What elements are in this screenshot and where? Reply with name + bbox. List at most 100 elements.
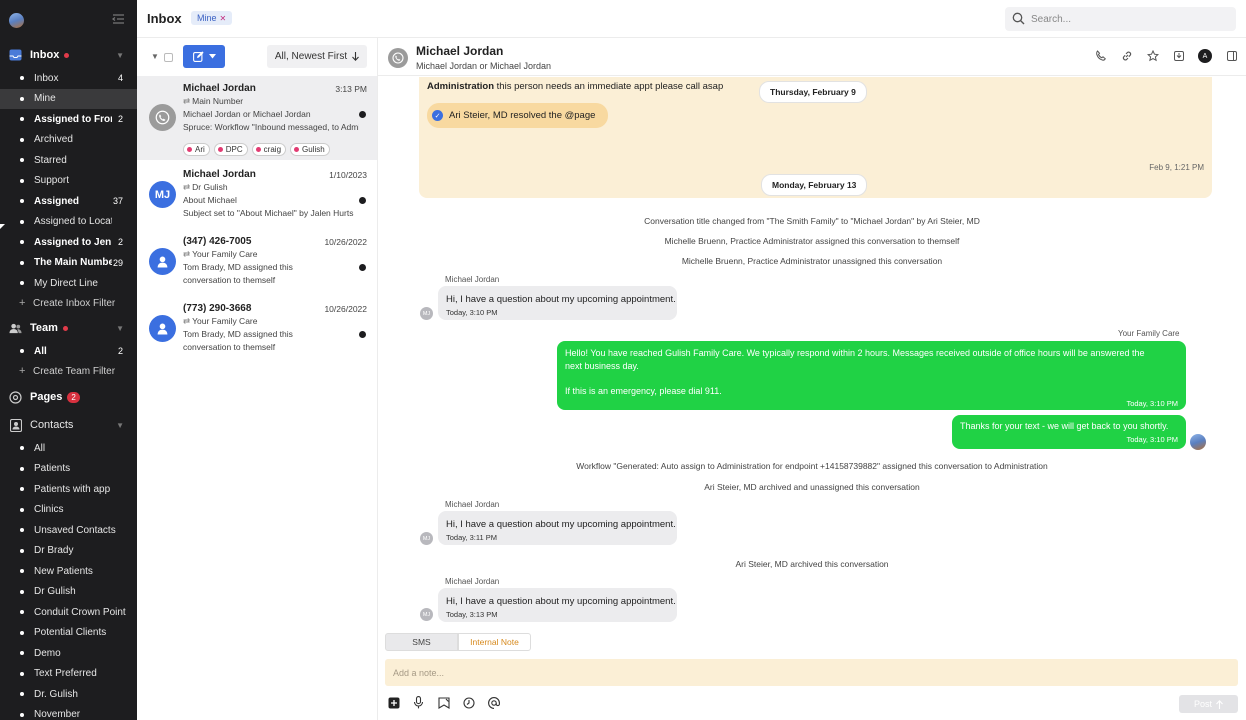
section-inbox[interactable]: Inbox ▼	[0, 42, 137, 68]
incoming-message[interactable]: Hi, I have a question about my upcoming …	[438, 511, 677, 545]
sidebar-header	[0, 0, 137, 42]
bullet-icon	[20, 96, 24, 101]
sidebar-item[interactable]: All	[0, 438, 137, 459]
incoming-message[interactable]: Hi, I have a question about my upcoming …	[438, 286, 677, 320]
sidebar-item[interactable]: All 2	[0, 341, 137, 362]
sidebar-item[interactable]: Text Preferred	[0, 664, 137, 685]
schedule-clock-icon[interactable]	[462, 696, 475, 709]
sidebar-item[interactable]: Demo	[0, 643, 137, 664]
chevron-down-icon[interactable]: ▼	[116, 421, 124, 430]
sort-dropdown[interactable]: All, Newest First	[267, 45, 367, 68]
search-box[interactable]	[1005, 7, 1236, 31]
compose-button[interactable]	[183, 45, 225, 68]
sidebar-item[interactable]: Mine	[0, 88, 137, 109]
section-team-label: Team	[30, 322, 58, 334]
tab-sms[interactable]: SMS	[385, 633, 458, 651]
sidebar-item[interactable]: New Patients	[0, 561, 137, 582]
search-input[interactable]	[1031, 11, 1226, 27]
message-sender: Michael Jordan	[445, 275, 500, 284]
sidebar-item[interactable]: Unsaved Contacts	[0, 520, 137, 541]
filter-chip-label: Mine	[197, 13, 217, 23]
forward-arrow-icon: ⇄	[183, 316, 191, 326]
user-avatar[interactable]	[9, 13, 24, 28]
sidebar-item[interactable]: My Direct Line	[0, 273, 137, 294]
collapse-sidebar-icon[interactable]	[112, 14, 125, 27]
tag-dot	[294, 147, 300, 152]
saved-reply-icon[interactable]	[437, 696, 450, 709]
assignee-avatar[interactable]: A	[1198, 49, 1212, 63]
tab-internal-note[interactable]: Internal Note	[458, 633, 531, 651]
phone-icon[interactable]	[1094, 50, 1107, 63]
phone-bubble-icon	[392, 52, 404, 64]
info-panel-icon[interactable]	[1225, 50, 1238, 63]
filter-chip[interactable]: Mine ✕	[191, 11, 233, 25]
conversation-item[interactable]: MJ Michael Jordan 1/10/2023 ⇄ Dr Gulish About…	[137, 162, 377, 229]
note-text: Administration this person needs an imme…	[427, 81, 723, 92]
select-all-checkbox[interactable]	[164, 53, 173, 62]
outgoing-message[interactable]: Hello! You have reached Gulish Family Ca…	[557, 341, 1186, 410]
sidebar-item[interactable]: Inbox 4	[0, 68, 137, 89]
conversation-item[interactable]: (347) 426-7005 10/26/2022 ⇄ Your Family Car…	[137, 229, 377, 296]
star-icon[interactable]	[1146, 50, 1159, 63]
microphone-icon[interactable]	[412, 696, 425, 709]
tag-chip[interactable]: craig	[251, 143, 287, 156]
create-inbox-filter-button[interactable]: + Create Inbox Filter	[0, 294, 137, 315]
bullet-icon	[20, 349, 24, 354]
chevron-down-icon[interactable]: ▼	[116, 51, 124, 60]
sidebar-item[interactable]: Patients with app	[0, 479, 137, 500]
sidebar-item[interactable]: Dr. Gulish	[0, 684, 137, 705]
sidebar-item[interactable]: Clinics	[0, 500, 137, 521]
archive-icon[interactable]	[1172, 50, 1185, 63]
sidebar-item[interactable]: The Main Number 29	[0, 253, 137, 274]
sidebar-item[interactable]: November	[0, 705, 137, 720]
contact-avatar[interactable]	[388, 48, 408, 68]
section-pages[interactable]: Pages 2	[0, 384, 137, 410]
section-team[interactable]: Team ▼	[0, 315, 137, 341]
sidebar-item[interactable]: Assigned 37	[0, 191, 137, 212]
conversation-preview: conversation to themself	[183, 342, 276, 352]
arrow-up-icon	[1216, 699, 1223, 709]
conversation-endpoint-label: Dr Gulish	[192, 182, 228, 192]
bullet-icon	[20, 569, 24, 574]
sidebar-item[interactable]: Patients	[0, 459, 137, 480]
sidebar: Inbox ▼ Inbox 4 Mine Assigned to Front Desk…	[0, 0, 137, 720]
note-body: this person needs an immediate appt plea…	[494, 81, 724, 92]
forward-arrow-icon: ⇄	[183, 182, 191, 192]
tag-chip[interactable]: Ari	[183, 143, 210, 156]
incoming-message[interactable]: Hi, I have a question about my upcoming …	[438, 588, 677, 622]
link-icon[interactable]	[1120, 50, 1133, 63]
outgoing-message[interactable]: Thanks for your text - we will get back …	[952, 415, 1186, 449]
conversation-list-panel: ▼ All, Newest First Michael Jordan 3:13 P…	[137, 38, 378, 720]
mention-icon[interactable]	[487, 696, 500, 709]
post-button[interactable]: Post	[1179, 695, 1238, 713]
team-icon	[9, 322, 22, 335]
section-contacts[interactable]: Contacts ▼	[0, 412, 137, 438]
conversation-item[interactable]: (773) 290-3668 10/26/2022 ⇄ Your Family Car…	[137, 296, 377, 363]
sidebar-item-label: All	[34, 345, 47, 357]
sidebar-item[interactable]: Archived	[0, 130, 137, 151]
sidebar-item[interactable]: Starred	[0, 150, 137, 171]
note-input[interactable]	[385, 659, 1238, 686]
chevron-down-icon[interactable]: ▼	[151, 52, 159, 61]
tag-chip[interactable]: Gulish	[290, 143, 330, 156]
create-team-filter-button[interactable]: + Create Team Filter	[0, 362, 137, 383]
sidebar-item[interactable]: Dr Brady	[0, 541, 137, 562]
sidebar-item[interactable]: Assigned to Front Desk 2	[0, 109, 137, 130]
conversation-item[interactable]: Michael Jordan 3:13 PM ⇄ Main Number Michael…	[137, 76, 377, 160]
sidebar-item[interactable]: Support	[0, 171, 137, 192]
conversation-list: Michael Jordan 3:13 PM ⇄ Main Number Michael…	[137, 76, 377, 376]
sidebar-item-count: 4	[117, 73, 123, 84]
sidebar-item[interactable]: Potential Clients	[0, 623, 137, 644]
add-attachment-icon[interactable]	[387, 696, 400, 709]
sidebar-item[interactable]: Dr Gulish	[0, 582, 137, 603]
chevron-down-icon[interactable]: ▼	[116, 324, 124, 333]
sidebar-item[interactable]: Assigned to Jen 2	[0, 232, 137, 253]
message-time: Today, 3:10 PM	[446, 308, 498, 317]
sidebar-item[interactable]: Assigned to Location	[0, 212, 137, 233]
forward-arrow-icon: ⇄	[183, 96, 191, 106]
bullet-icon	[20, 610, 24, 615]
tag-chip[interactable]: DPC	[213, 143, 248, 156]
forward-arrow-icon: ⇄	[183, 249, 191, 259]
sidebar-item[interactable]: Conduit Crown Point	[0, 602, 137, 623]
close-icon[interactable]: ✕	[220, 14, 227, 23]
